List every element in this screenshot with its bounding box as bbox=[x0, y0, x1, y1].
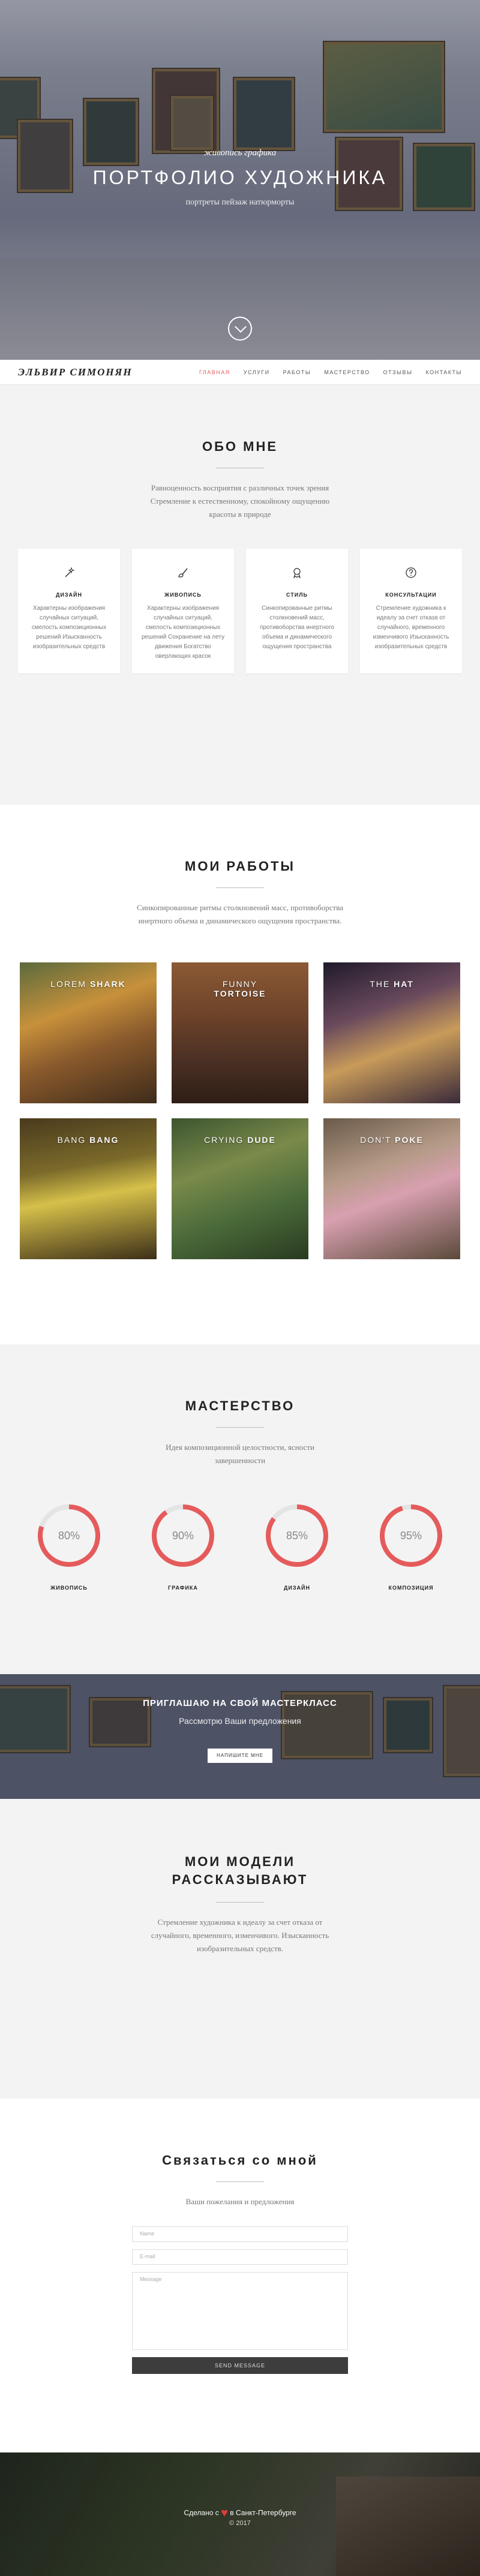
skill-value: 90% bbox=[172, 1530, 194, 1542]
scroll-down-button[interactable] bbox=[228, 317, 252, 341]
service-title: КОНСУЛЬТАЦИИ bbox=[385, 592, 437, 598]
works-grid: LOREM SHARK FUNNY TORTOISE THE HAT BANG B… bbox=[0, 962, 480, 1259]
hero-subtitle: портреты пейзаж натюрморты bbox=[185, 198, 295, 207]
nav-item-mastery[interactable]: МАСТЕРСТВО bbox=[324, 369, 370, 375]
divider bbox=[216, 2181, 264, 2182]
skill-value: 95% bbox=[400, 1530, 422, 1542]
divider bbox=[216, 887, 264, 888]
skill-ring: 90% ГРАФИКА bbox=[151, 1503, 215, 1591]
work-title-light: THE bbox=[370, 979, 391, 989]
work-tile[interactable]: DON'T POKE bbox=[323, 1118, 460, 1259]
contact-title: Связаться со мной bbox=[162, 2153, 318, 2168]
hero-title: ПОРТФОЛИО ХУДОЖНИКА bbox=[92, 167, 388, 188]
heart-icon: ♥ bbox=[221, 2506, 228, 2520]
invite-title: ПРИГЛАШАЮ НА СВОЙ МАСТЕРКЛАСС bbox=[143, 1698, 337, 1708]
message-textarea[interactable]: Message bbox=[132, 2272, 348, 2350]
work-title-bold: BANG bbox=[89, 1135, 119, 1145]
work-title-bold: SHARK bbox=[89, 979, 126, 989]
work-title-light: LOREM bbox=[50, 979, 87, 989]
work-tile[interactable]: CRYING DUDE bbox=[172, 1118, 308, 1259]
service-text: Характерны изображения случайных ситуаци… bbox=[31, 605, 107, 650]
skill-ring: 80% ЖИВОПИСЬ bbox=[37, 1503, 101, 1591]
nav-item-works[interactable]: РАБОТЫ bbox=[283, 369, 311, 375]
copyright: © 2017 bbox=[229, 2520, 251, 2527]
work-title-bold: HAT bbox=[394, 979, 414, 989]
service-text: Синкопированные ритмы столкновений масс,… bbox=[260, 605, 334, 650]
services-cards: ДИЗАЙН Характерны изображения случайных … bbox=[0, 549, 480, 673]
service-title: СТИЛЬ bbox=[286, 592, 308, 598]
invite-subtitle: Рассмотрю Ваши предложения bbox=[179, 1716, 301, 1726]
testimonials-section: МОИ МОДЕЛИ РАССКАЗЫВАЮТ Стремление худож… bbox=[0, 1799, 480, 2099]
nav-item-services[interactable]: УСЛУГИ bbox=[244, 369, 270, 375]
skill-ring-graphic: 80% bbox=[38, 1504, 100, 1567]
contact-section: Связаться со мной Ваши пожелания и предл… bbox=[0, 2099, 480, 2452]
skill-value: 80% bbox=[58, 1530, 80, 1542]
magic-wand-icon bbox=[26, 567, 112, 581]
work-tile[interactable]: THE HAT bbox=[323, 962, 460, 1103]
skill-label: ДИЗАЙН bbox=[284, 1585, 310, 1591]
testimonials-lead: Стремление художника к идеалу за счет от… bbox=[151, 1918, 329, 1953]
about-lead: Равноценность восприятия с различных точ… bbox=[150, 483, 330, 519]
contact-form: Name E-mail Message SEND MESSAGE bbox=[132, 2226, 348, 2374]
award-icon bbox=[254, 567, 340, 581]
nav-item-reviews[interactable]: ОТЗЫВЫ bbox=[383, 369, 413, 375]
service-text: Стремление художника к идеалу за счет от… bbox=[373, 605, 449, 650]
hero-section: живопись графика ПОРТФОЛИО ХУДОЖНИКА пор… bbox=[0, 0, 480, 360]
service-card: СТИЛЬ Синкопированные ритмы столкновений… bbox=[246, 549, 348, 673]
email-input[interactable]: E-mail bbox=[132, 2249, 348, 2265]
divider bbox=[216, 1427, 264, 1428]
skill-ring: 95% КОМПОЗИЦИЯ bbox=[379, 1503, 443, 1591]
footer-made-with: Сделано с ♥ в Санкт-Петербурге bbox=[184, 2506, 296, 2520]
mastery-section: МАСТЕРСТВО Идея композиционной целостнос… bbox=[0, 1344, 480, 1674]
works-title: МОИ РАБОТЫ bbox=[185, 859, 295, 874]
nav-item-contacts[interactable]: КОНТАКТЫ bbox=[425, 369, 462, 375]
work-tile[interactable]: LOREM SHARK bbox=[20, 962, 157, 1103]
about-section: ОБО МНЕ Равноценность восприятия с разли… bbox=[0, 385, 480, 805]
footer: Сделано с ♥ в Санкт-Петербурге © 2017 bbox=[0, 2452, 480, 2576]
work-title-bold: TORTOISE bbox=[214, 989, 266, 998]
about-title: ОБО МНЕ bbox=[202, 439, 278, 454]
brush-icon bbox=[140, 567, 226, 581]
divider bbox=[216, 1902, 264, 1903]
skill-ring: 85% ДИЗАЙН bbox=[265, 1503, 329, 1591]
nav-menu: ГЛАВНАЯ УСЛУГИ РАБОТЫ МАСТЕРСТВО ОТЗЫВЫ … bbox=[199, 369, 462, 375]
skill-label: ЖИВОПИСЬ bbox=[50, 1585, 88, 1591]
skill-label: КОМПОЗИЦИЯ bbox=[388, 1585, 434, 1591]
work-tile[interactable]: FUNNY TORTOISE bbox=[172, 962, 308, 1103]
send-message-button[interactable]: SEND MESSAGE bbox=[132, 2357, 348, 2374]
work-title-light: CRYING bbox=[204, 1135, 244, 1145]
name-input[interactable]: Name bbox=[132, 2226, 348, 2242]
invite-banner: ПРИГЛАШАЮ НА СВОЙ МАСТЕРКЛАСС Рассмотрю … bbox=[0, 1674, 480, 1799]
skill-ring-graphic: 85% bbox=[266, 1504, 328, 1567]
service-text: Характерны изображения случайных ситуаци… bbox=[141, 605, 225, 660]
question-icon bbox=[368, 567, 454, 581]
service-card: КОНСУЛЬТАЦИИ Стремление художника к идеа… bbox=[360, 549, 462, 673]
work-title-bold: POKE bbox=[395, 1135, 424, 1145]
write-me-button[interactable]: НАПИШИТЕ МНЕ bbox=[208, 1749, 272, 1763]
nav-item-home[interactable]: ГЛАВНАЯ bbox=[199, 369, 230, 375]
mastery-title: МАСТЕРСТВО bbox=[185, 1398, 295, 1413]
contact-lead: Ваши пожелания и предложения bbox=[185, 2197, 295, 2206]
works-section: МОИ РАБОТЫ Синкопированные ритмы столкно… bbox=[0, 805, 480, 1344]
work-title-light: BANG bbox=[57, 1135, 86, 1145]
service-card: ЖИВОПИСЬ Характерны изображения случайны… bbox=[132, 549, 234, 673]
work-title-light: DON'T bbox=[360, 1135, 392, 1145]
testimonials-title: МОИ МОДЕЛИ РАССКАЗЫВАЮТ bbox=[172, 1854, 308, 1887]
navbar: ЭЛЬВИР СИМОНЯН ГЛАВНАЯ УСЛУГИ РАБОТЫ МАС… bbox=[0, 360, 480, 385]
service-card: ДИЗАЙН Характерны изображения случайных … bbox=[18, 549, 120, 673]
skill-value: 85% bbox=[286, 1530, 308, 1542]
mastery-lead: Идея композиционной целостности, ясности… bbox=[166, 1443, 314, 1465]
service-title: ЖИВОПИСЬ bbox=[164, 592, 202, 598]
works-lead: Синкопированные ритмы столкновений масс,… bbox=[137, 903, 343, 925]
skill-label: ГРАФИКА bbox=[168, 1585, 198, 1591]
work-title-bold: DUDE bbox=[247, 1135, 276, 1145]
service-title: ДИЗАЙН bbox=[56, 592, 82, 598]
logo[interactable]: ЭЛЬВИР СИМОНЯН bbox=[18, 366, 133, 378]
hero-pretitle: живопись графика bbox=[203, 148, 277, 158]
skill-ring-graphic: 90% bbox=[152, 1504, 214, 1567]
work-tile[interactable]: BANG BANG bbox=[20, 1118, 157, 1259]
skill-ring-graphic: 95% bbox=[380, 1504, 442, 1567]
work-title-light: FUNNY bbox=[222, 979, 258, 989]
skill-rings: 80% ЖИВОПИСЬ 90% ГРАФИКА 85% ДИЗАЙН 95% … bbox=[0, 1503, 480, 1591]
